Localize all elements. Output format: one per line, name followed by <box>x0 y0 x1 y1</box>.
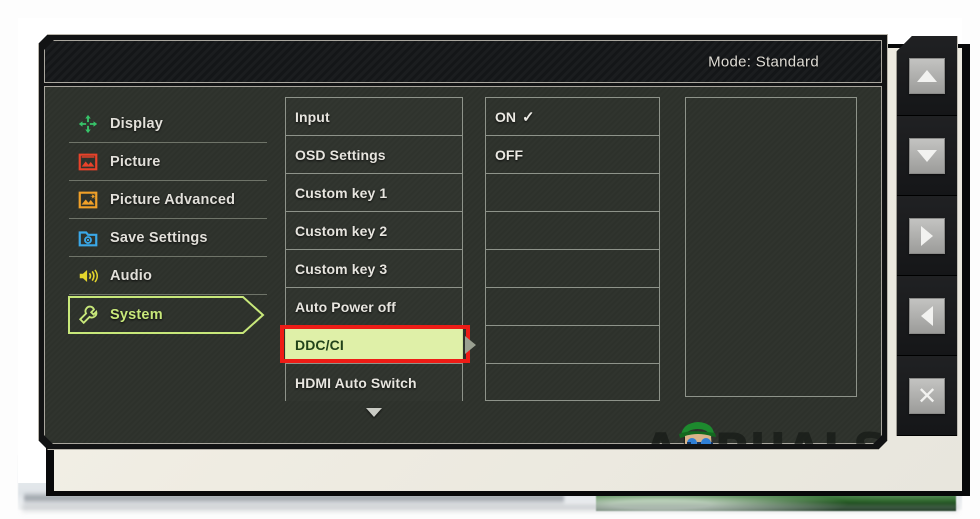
sidebar-item-label: Audio <box>110 267 153 284</box>
osd-window: Mode: Standard Display Picture Picture Adv… <box>38 34 888 450</box>
option-row-osd-settings[interactable]: OSD Settings <box>285 135 463 173</box>
sidebar-item-picture[interactable]: Picture <box>69 143 267 181</box>
monitor-button-panel: ✕ <box>896 36 958 436</box>
down-button[interactable] <box>897 116 957 196</box>
value-row-empty <box>485 173 660 211</box>
value-label: ON <box>495 108 516 125</box>
option-row-hdmi-auto-switch[interactable]: HDMI Auto Switch <box>285 363 463 401</box>
checkmark-icon: ✓ <box>522 108 535 126</box>
sidebar-item-audio[interactable]: Audio <box>69 257 267 295</box>
chevron-down-icon[interactable] <box>285 401 463 423</box>
osd-value-list: ON ✓ OFF <box>485 97 660 401</box>
option-row-custom-key-2[interactable]: Custom key 2 <box>285 211 463 249</box>
option-label: OSD Settings <box>295 146 386 163</box>
option-row-custom-key-3[interactable]: Custom key 3 <box>285 249 463 287</box>
option-label: Custom key 2 <box>295 222 388 239</box>
close-x-icon: ✕ <box>916 381 938 410</box>
option-row-custom-key-1[interactable]: Custom key 1 <box>285 173 463 211</box>
monitor-photo: Mode: Standard Display Picture Picture Adv… <box>0 0 980 519</box>
monitor-shadow <box>22 505 958 514</box>
option-row-auto-power-off[interactable]: Auto Power off <box>285 287 463 325</box>
up-button[interactable] <box>897 36 957 116</box>
option-label: Custom key 3 <box>295 260 388 277</box>
triangle-down-icon <box>917 149 937 162</box>
sidebar-item-display[interactable]: Display <box>69 105 267 143</box>
triangle-left-icon <box>921 305 933 326</box>
sidebar-item-label: System <box>110 307 163 323</box>
value-row-empty <box>485 249 660 287</box>
triangle-right-icon <box>921 225 933 246</box>
value-row-empty <box>485 211 660 249</box>
left-button[interactable] <box>897 276 957 356</box>
sidebar-item-label: Picture Advanced <box>110 191 236 208</box>
up-button-key[interactable] <box>909 57 945 94</box>
sidebar-item-label: Display <box>110 115 163 132</box>
close-button[interactable]: ✕ <box>897 356 957 436</box>
osd-body: Display Picture Picture Advanced Save Setti… <box>44 86 882 444</box>
selection-arrow-icon <box>465 336 476 354</box>
osd-body-surface: Display Picture Picture Advanced Save Setti… <box>45 87 881 443</box>
option-label: Input <box>295 108 330 125</box>
option-label: Custom key 1 <box>295 184 388 201</box>
value-row-empty <box>485 287 660 325</box>
right-button-key[interactable] <box>909 217 945 254</box>
system-wrench-icon <box>77 304 99 326</box>
osd-empty-panel <box>685 97 857 397</box>
sidebar-item-label: Save Settings <box>110 229 208 246</box>
sidebar-item-system[interactable]: System <box>69 295 267 335</box>
value-row-empty <box>485 325 660 363</box>
display-icon <box>77 113 99 135</box>
right-button[interactable] <box>897 196 957 276</box>
save-settings-icon <box>77 227 99 249</box>
value-row-off[interactable]: OFF <box>485 135 660 173</box>
osd-sidebar: Display Picture Picture Advanced Save Setti… <box>69 105 267 335</box>
value-row-empty <box>485 363 660 401</box>
left-button-key[interactable] <box>909 297 945 334</box>
value-label: OFF <box>495 146 523 163</box>
picture-icon <box>77 151 99 173</box>
value-row-on[interactable]: ON ✓ <box>485 97 660 135</box>
close-button-key[interactable]: ✕ <box>909 377 945 414</box>
option-label: DDC/CI <box>295 336 344 353</box>
down-button-key[interactable] <box>909 137 945 174</box>
osd-mode-label: Mode: Standard <box>708 53 819 71</box>
sidebar-item-save-settings[interactable]: Save Settings <box>69 219 267 257</box>
osd-title-bar: Mode: Standard <box>44 40 882 83</box>
audio-icon <box>77 265 99 287</box>
option-label: HDMI Auto Switch <box>295 374 417 391</box>
osd-option-list: Input OSD Settings Custom key 1 Custom key … <box>285 97 463 423</box>
triangle-up-icon <box>917 69 937 82</box>
picture-advanced-icon <box>77 189 99 211</box>
option-row-ddc-ci[interactable]: DDC/CI <box>285 325 463 363</box>
sidebar-item-label: Picture <box>110 153 161 170</box>
option-label: Auto Power off <box>295 298 396 315</box>
sidebar-item-picture-advanced[interactable]: Picture Advanced <box>69 181 267 219</box>
option-row-input[interactable]: Input <box>285 97 463 135</box>
